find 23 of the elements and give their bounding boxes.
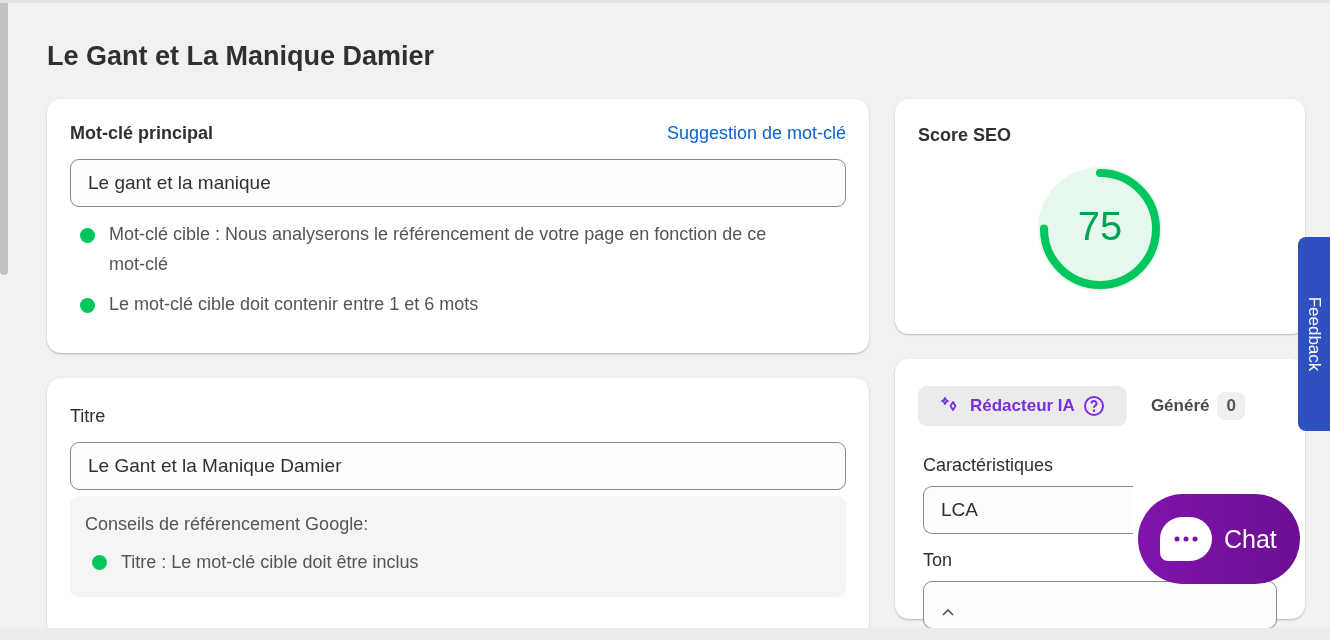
keyword-suggestion-link[interactable]: Suggestion de mot-clé (666, 123, 846, 144)
field-label: Mot-clé principal (70, 123, 213, 144)
hint-text: Le mot-clé cible doit contenir entre 1 et 6 mots (109, 293, 479, 316)
tone-select-field[interactable] (923, 581, 1277, 629)
tip-text: Titre : Le mot-clé cible doit être inclus (121, 551, 419, 574)
title-input-field[interactable]: Le Gant et la Manique Damier (70, 442, 846, 490)
feedback-tab[interactable]: Feedback (1298, 237, 1330, 431)
generated-tab[interactable]: Généré 0 (1150, 383, 1245, 429)
field-label: Titre (70, 406, 106, 426)
field-label: Caractéristiques (923, 455, 1054, 475)
hint-text: Mot-clé cible : Nous analyserons le référencement de votre page en fonction de ce mot-clé (109, 223, 768, 276)
caret-icon (941, 607, 955, 617)
characteristics-field[interactable]: LCA (923, 486, 1133, 534)
scrollbar-thumb[interactable] (0, 3, 8, 275)
score-value: 75 (1076, 204, 1124, 249)
page-title: Le Gant et La Manique Damier (47, 41, 436, 72)
score-label: Score SEO (918, 125, 1012, 145)
keyword-input-field[interactable]: Le gant et la manique (70, 159, 846, 207)
field-label: Ton (923, 550, 953, 570)
chat-bubble-icon (1160, 517, 1212, 561)
help-icon (1082, 395, 1105, 417)
ai-writer-tab[interactable]: Rédacteur IA (918, 386, 1127, 426)
tips-heading: Conseils de référencement Google: (85, 514, 369, 534)
